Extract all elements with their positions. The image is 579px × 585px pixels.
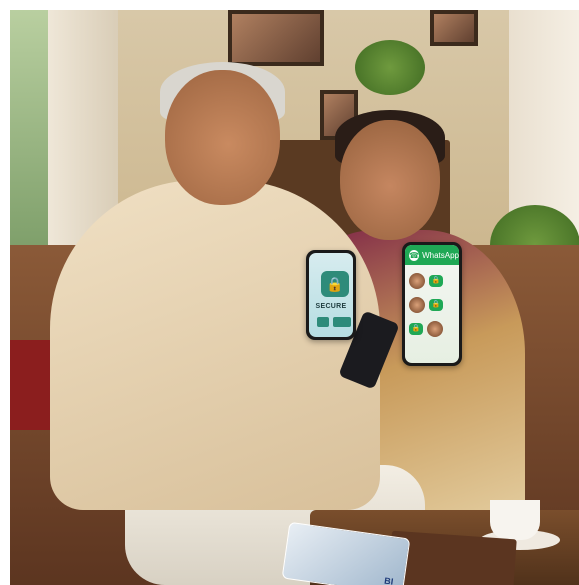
whatsapp-header: ☎ WhatsApp: [405, 245, 459, 265]
man-face: [165, 70, 280, 205]
whatsapp-logo-icon: ☎: [409, 249, 420, 261]
secure-phone-illustration: 🔒 SECURE: [306, 250, 356, 340]
avatar: [409, 297, 425, 313]
woman-face: [340, 120, 440, 240]
chat-row: 🔒: [409, 271, 455, 291]
secure-label: SECURE: [315, 303, 347, 310]
man-kurta: [50, 180, 380, 510]
chat-lock-icon: 🔒: [429, 275, 443, 287]
card-icon: [333, 317, 351, 327]
wall-photo-frame: [228, 10, 324, 66]
avatar: [427, 321, 443, 337]
chat-lock-icon: 🔒: [409, 323, 423, 335]
bank-card-text: BI: [383, 575, 394, 585]
mini-lock-icon: [317, 317, 329, 327]
whatsapp-label: WhatsApp: [422, 250, 459, 260]
lock-icon: 🔒: [321, 271, 349, 297]
wall-photo-frame-small: [430, 10, 478, 46]
whatsapp-screen: ☎ WhatsApp 🔒 🔒 🔒: [405, 245, 459, 363]
plant-top: [355, 40, 425, 95]
tea-cup: [490, 500, 540, 540]
photo-frame: BI 🔒 SECURE ☎ WhatsApp 🔒 🔒 🔒: [0, 0, 579, 585]
whatsapp-phone-illustration: ☎ WhatsApp 🔒 🔒 🔒: [402, 242, 462, 366]
secure-screen: 🔒 SECURE: [309, 253, 353, 337]
chat-row: 🔒: [409, 319, 455, 339]
chat-lock-icon: 🔒: [429, 299, 443, 311]
avatar: [409, 273, 425, 289]
couple-photo: BI 🔒 SECURE ☎ WhatsApp 🔒 🔒 🔒: [10, 10, 579, 585]
chat-row: 🔒: [409, 295, 455, 315]
